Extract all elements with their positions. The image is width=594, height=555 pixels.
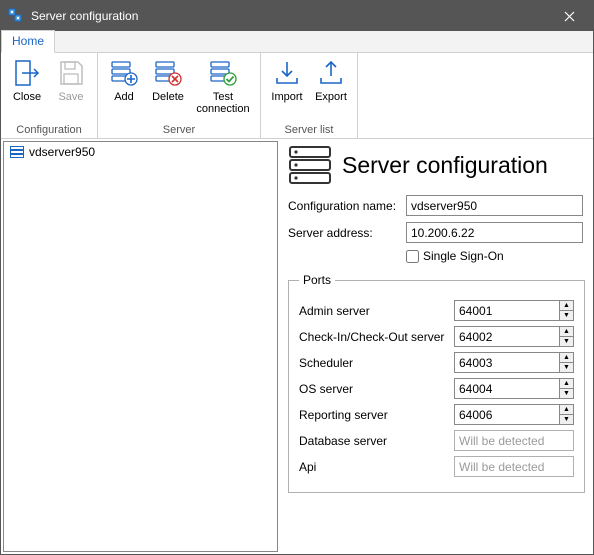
ribbon-label: Import bbox=[271, 91, 302, 103]
import-button[interactable]: Import bbox=[265, 55, 309, 103]
sso-checkbox[interactable] bbox=[406, 250, 419, 263]
database-port-label: Database server bbox=[299, 434, 454, 448]
scheduler-port-spinner[interactable]: ▲▼ bbox=[454, 352, 574, 373]
add-button[interactable]: Add bbox=[102, 55, 146, 103]
spinner-up-icon[interactable]: ▲ bbox=[560, 379, 573, 389]
reporting-port-label: Reporting server bbox=[299, 408, 454, 422]
os-port-spinner[interactable]: ▲▼ bbox=[454, 378, 574, 399]
os-port-input[interactable] bbox=[455, 379, 559, 398]
tree-item[interactable]: vdserver950 bbox=[4, 142, 277, 162]
ribbon-group-label: Configuration bbox=[5, 123, 93, 137]
spinner-up-icon[interactable]: ▲ bbox=[560, 405, 573, 415]
close-button[interactable]: Close bbox=[5, 55, 49, 103]
reporting-port-input[interactable] bbox=[455, 405, 559, 424]
spinner-up-icon[interactable]: ▲ bbox=[560, 353, 573, 363]
save-floppy-icon bbox=[55, 57, 87, 89]
panel-header: Server configuration bbox=[288, 145, 583, 185]
ribbon-label: Add bbox=[114, 91, 134, 103]
spinner-down-icon[interactable]: ▼ bbox=[560, 389, 573, 398]
app-icon bbox=[7, 7, 25, 25]
server-address-label: Server address: bbox=[288, 226, 406, 240]
ribbon-tabstrip: Home bbox=[1, 31, 593, 53]
export-button[interactable]: Export bbox=[309, 55, 353, 103]
os-port-label: OS server bbox=[299, 382, 454, 396]
spinner-down-icon[interactable]: ▼ bbox=[560, 311, 573, 320]
close-door-icon bbox=[11, 57, 43, 89]
delete-button[interactable]: Delete bbox=[146, 55, 190, 103]
ribbon-label: Save bbox=[58, 91, 83, 103]
import-icon bbox=[271, 57, 303, 89]
sso-label: Single Sign-On bbox=[423, 249, 504, 263]
server-tree[interactable]: vdserver950 bbox=[3, 141, 278, 552]
ribbon-group-label: Server list bbox=[265, 123, 353, 137]
tab-home[interactable]: Home bbox=[1, 30, 55, 53]
ribbon-group-serverlist: Import Export Server list bbox=[261, 53, 358, 138]
server-large-icon bbox=[288, 145, 332, 185]
ribbon-group-server: Add Delete bbox=[98, 53, 261, 138]
window-close-button[interactable] bbox=[549, 1, 589, 31]
export-icon bbox=[315, 57, 347, 89]
ribbon-label: Close bbox=[13, 91, 41, 103]
database-port-field: Will be detected bbox=[454, 430, 574, 451]
admin-port-label: Admin server bbox=[299, 304, 454, 318]
cico-port-spinner[interactable]: ▲▼ bbox=[454, 326, 574, 347]
spinner-down-icon[interactable]: ▼ bbox=[560, 337, 573, 346]
ribbon-group-configuration: Close Save Configuration bbox=[1, 53, 98, 138]
cico-port-input[interactable] bbox=[455, 327, 559, 346]
tree-item-label: vdserver950 bbox=[29, 145, 95, 159]
spinner-down-icon[interactable]: ▼ bbox=[560, 363, 573, 372]
server-add-icon bbox=[108, 57, 140, 89]
spinner-up-icon[interactable]: ▲ bbox=[560, 327, 573, 337]
config-name-input[interactable] bbox=[406, 195, 583, 216]
reporting-port-spinner[interactable]: ▲▼ bbox=[454, 404, 574, 425]
cico-port-label: Check-In/Check-Out server bbox=[299, 330, 454, 344]
config-name-label: Configuration name: bbox=[288, 199, 406, 213]
ports-legend: Ports bbox=[299, 273, 335, 287]
spinner-down-icon[interactable]: ▼ bbox=[560, 415, 573, 424]
details-panel: Server configuration Configuration name:… bbox=[278, 139, 593, 554]
ribbon-label: Test connection bbox=[192, 91, 254, 115]
scheduler-port-input[interactable] bbox=[455, 353, 559, 372]
panel-heading: Server configuration bbox=[342, 152, 548, 179]
ribbon-label: Delete bbox=[152, 91, 184, 103]
window-title: Server configuration bbox=[31, 9, 549, 23]
ribbon-group-label: Server bbox=[102, 123, 256, 137]
server-small-icon bbox=[10, 146, 24, 158]
server-address-input[interactable] bbox=[406, 222, 583, 243]
admin-port-input[interactable] bbox=[455, 301, 559, 320]
save-button: Save bbox=[49, 55, 93, 103]
server-check-icon bbox=[207, 57, 239, 89]
api-port-label: Api bbox=[299, 460, 454, 474]
server-delete-icon bbox=[152, 57, 184, 89]
ribbon-label: Export bbox=[315, 91, 347, 103]
scheduler-port-label: Scheduler bbox=[299, 356, 454, 370]
ports-fieldset: Ports Admin server ▲▼ Check-In/Check-Out… bbox=[288, 273, 585, 493]
ribbon: Close Save Configuration bbox=[1, 53, 593, 139]
admin-port-spinner[interactable]: ▲▼ bbox=[454, 300, 574, 321]
spinner-up-icon[interactable]: ▲ bbox=[560, 301, 573, 311]
api-port-field: Will be detected bbox=[454, 456, 574, 477]
test-connection-button[interactable]: Test connection bbox=[190, 55, 256, 115]
titlebar: Server configuration bbox=[1, 1, 593, 31]
